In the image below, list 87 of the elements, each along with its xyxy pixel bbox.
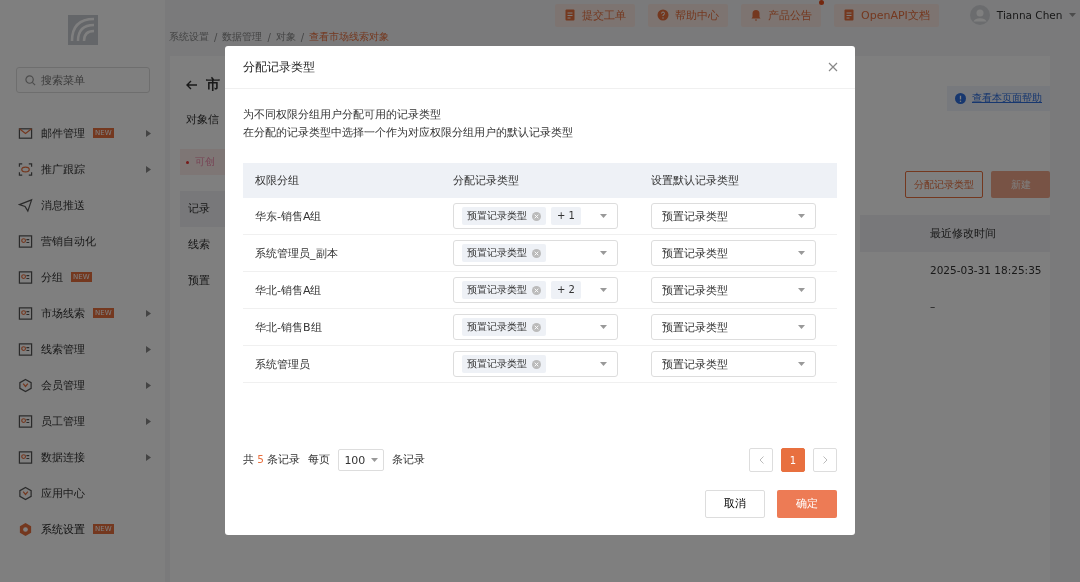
confirm-button[interactable]: 确定 — [777, 490, 837, 518]
dialog-title: 分配记录类型 — [243, 58, 315, 76]
table-cell-text: 华东-销售A组 — [254, 208, 323, 224]
logo-icon — [67, 15, 98, 45]
previous-page-button[interactable] — [749, 448, 773, 472]
document-icon — [843, 9, 855, 21]
tag: 预置记录类型 — [462, 355, 546, 373]
page-button[interactable]: 1 — [781, 448, 805, 472]
caret-icon — [600, 325, 607, 329]
help-link[interactable]: 查看本页面帮助 — [972, 92, 1042, 105]
caret-icon — [1069, 13, 1077, 17]
chevron-right-icon — [822, 456, 828, 464]
caret-icon — [600, 362, 607, 366]
help-icon — [657, 9, 669, 21]
multi-select[interactable]: 预置记录类型 — [453, 351, 618, 377]
dropdown[interactable]: 预置记录类型 — [651, 203, 816, 229]
menu-item[interactable]: 消息推送 — [0, 187, 165, 223]
more-count: + 2 — [551, 281, 581, 299]
info-icon — [955, 93, 966, 104]
menu-item[interactable]: 会员管理 — [0, 367, 165, 403]
caret-icon — [798, 325, 805, 329]
table-cell-text: 华北-销售A组 — [254, 282, 323, 298]
bell-icon — [750, 9, 762, 21]
breadcrumb-separator: / — [300, 31, 305, 43]
back-arrow-icon[interactable] — [186, 80, 198, 90]
column-header: 权限分组 — [254, 173, 300, 188]
table-cell-text: – — [929, 299, 937, 314]
multi-select[interactable]: 预置记录类型 — [453, 314, 618, 340]
tag: 预置记录类型 — [462, 207, 546, 225]
multi-select[interactable]: 预置记录类型 + 2 — [453, 277, 618, 303]
table-cell-text: 线索 — [187, 237, 211, 253]
dropdown[interactable]: 预置记录类型 — [651, 240, 816, 266]
column-header: 设置默认记录类型 — [650, 173, 740, 188]
menu-item[interactable]: 推广跟踪 — [0, 151, 165, 187]
breadcrumb-item: 查看市场线索对象 — [309, 30, 390, 44]
dropdown[interactable]: 预置记录类型 — [651, 351, 816, 377]
assign-button[interactable]: 分配记录类型 — [905, 171, 983, 198]
remove-icon[interactable] — [532, 359, 541, 369]
table-cell-text: 系统管理员_副本 — [254, 245, 339, 261]
caret-icon — [798, 214, 805, 218]
total-count: 共 5 条记录 — [243, 453, 301, 467]
tag: 预置记录类型 — [462, 244, 546, 262]
caret-icon — [600, 214, 607, 218]
column-header: 分配记录类型 — [452, 173, 520, 188]
page-title: 市 — [206, 76, 220, 94]
description-text: 为不同权限分组用户分配可用的记录类型 — [243, 107, 442, 121]
cancel-button[interactable]: 取消 — [705, 490, 765, 518]
multi-select[interactable]: 预置记录类型 + 1 — [453, 203, 618, 229]
form-icon — [564, 9, 576, 21]
table-cell-text: 2025-03-31 18:25:35 — [929, 263, 1043, 278]
next-page-button[interactable] — [813, 448, 837, 472]
caret-icon — [600, 251, 607, 255]
search-icon — [24, 75, 36, 86]
remove-icon[interactable] — [532, 248, 541, 258]
multi-select[interactable]: 预置记录类型 — [453, 240, 618, 266]
per-page-label: 每页 — [308, 453, 331, 467]
menu-item[interactable]: 线索管理 — [0, 331, 165, 367]
breadcrumb-separator: / — [267, 31, 271, 43]
remove-icon[interactable] — [532, 285, 541, 295]
tag: 预置记录类型 — [462, 318, 546, 336]
table-cell-text: 预置 — [187, 273, 211, 289]
caret-icon — [798, 362, 805, 366]
page-size-select[interactable]: 100 — [338, 449, 385, 471]
more-count: + 1 — [551, 207, 581, 225]
caret-icon — [371, 458, 379, 462]
breadcrumb-separator: / — [214, 31, 218, 43]
caret-icon — [798, 251, 805, 255]
dropdown[interactable]: 预置记录类型 — [651, 314, 816, 340]
menu-item[interactable]: 营销自动化 — [0, 223, 165, 259]
user-menu[interactable]: Tianna Chen — [969, 5, 1077, 25]
tag: 预置记录类型 — [462, 281, 546, 299]
search-field[interactable]: 搜索菜单 — [15, 67, 150, 93]
dropdown[interactable]: 预置记录类型 — [651, 277, 816, 303]
menu-item[interactable]: 数据连接 — [0, 439, 165, 475]
table-cell-text: 华北-销售B组 — [254, 319, 323, 335]
caret-icon — [600, 288, 607, 292]
menu-item[interactable]: 员工管理 — [0, 403, 165, 439]
remove-icon[interactable] — [532, 211, 541, 221]
per-page-suffix: 条记录 — [392, 453, 426, 467]
table-cell-text: 系统管理员 — [254, 356, 311, 372]
chevron-left-icon — [758, 456, 764, 464]
close-icon[interactable] — [828, 62, 838, 72]
description-text: 在分配的记录类型中选择一个作为对应权限分组用户的默认记录类型 — [243, 125, 574, 139]
caret-icon — [798, 288, 805, 292]
menu-item[interactable]: 应用中心 — [0, 475, 165, 511]
table-header: 最近修改时间 — [860, 215, 1050, 252]
remove-icon[interactable] — [532, 322, 541, 332]
